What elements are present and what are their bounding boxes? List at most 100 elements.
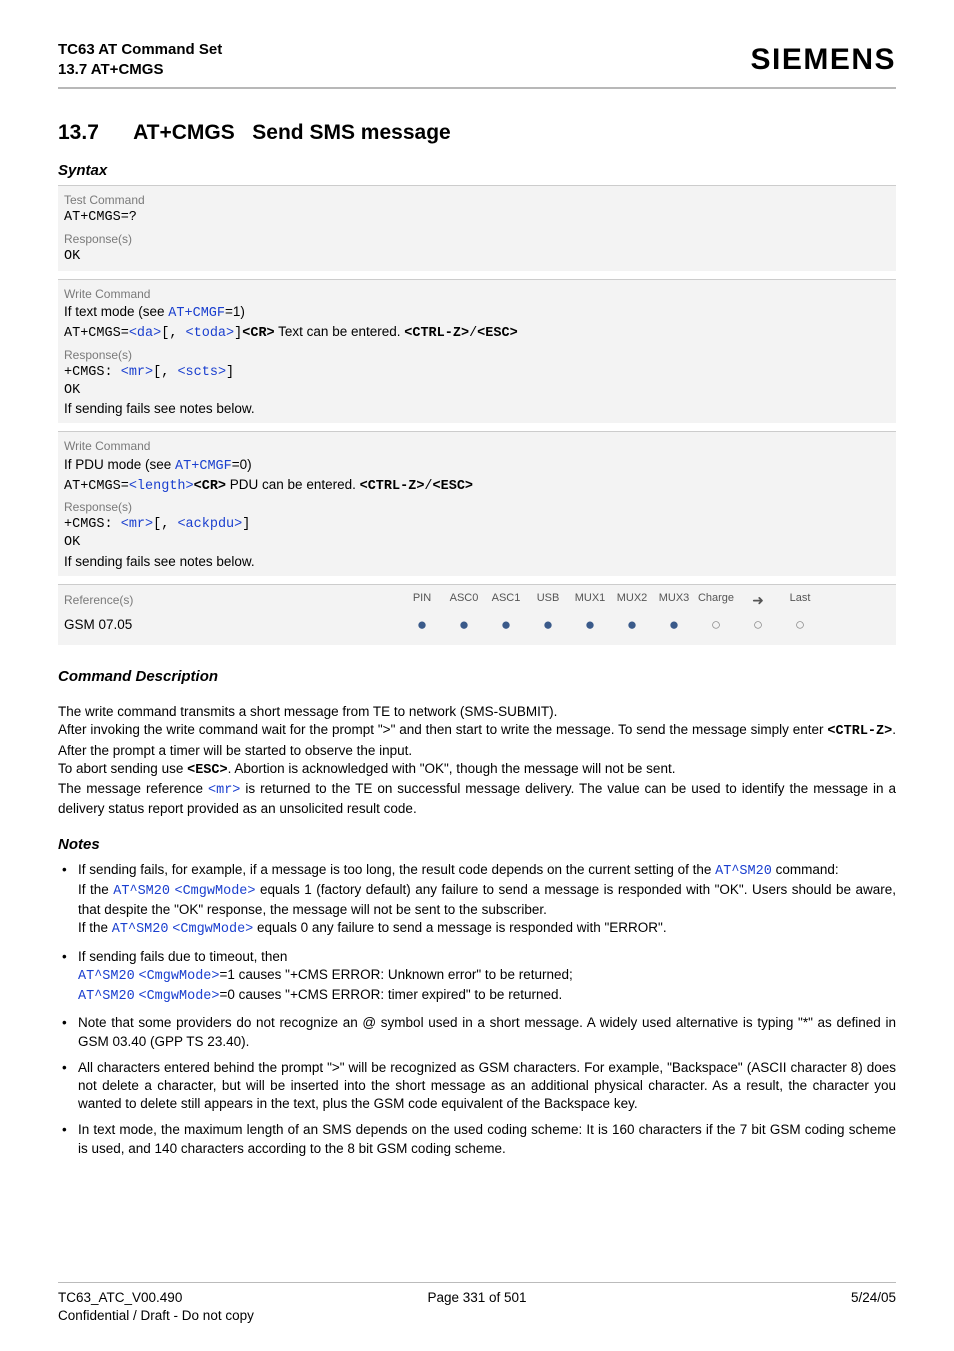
param-ackpdu[interactable]: <ackpdu> — [177, 517, 242, 532]
dots-row: ●●●●●●●○○○ — [401, 616, 821, 633]
footer-version: TC63_ATC_V00.490 — [58, 1290, 182, 1305]
doc-section: 13.7 AT+CMGS — [58, 60, 222, 80]
test-response: OK — [64, 248, 890, 266]
syntax-heading: Syntax — [58, 161, 896, 181]
description-body: The write command transmits a short mess… — [58, 703, 896, 818]
write2-resp1: +CMGS: <mr>[, <ackpdu>] — [64, 516, 890, 534]
param-length[interactable]: <length> — [129, 479, 194, 494]
dot-filled-icon: ● — [611, 616, 653, 633]
at-sm20-link[interactable]: AT^SM20 — [78, 969, 135, 984]
dot-filled-icon: ● — [485, 616, 527, 633]
text: AT+CMGS= — [64, 326, 129, 341]
col-last: Last — [779, 591, 821, 610]
dot-open-icon: ○ — [695, 616, 737, 633]
param-mr[interactable]: <mr> — [121, 517, 153, 532]
at-cmgf-link[interactable]: AT+CMGF — [175, 459, 232, 474]
responses-label: Response(s) — [64, 496, 890, 516]
param-cmgwmode[interactable]: <CmgwMode> — [138, 969, 219, 984]
dot-open-icon: ○ — [737, 616, 779, 633]
ctrlz-key: <CTRL-Z> — [404, 326, 469, 341]
param-cmgwmode[interactable]: <CmgwMode> — [138, 989, 219, 1004]
text: If the — [78, 920, 112, 935]
col-mux1: MUX1 — [569, 591, 611, 610]
write1-resp1: +CMGS: <mr>[, <scts>] — [64, 364, 890, 382]
text: Text can be entered. — [275, 324, 405, 339]
col-mux3: MUX3 — [653, 591, 695, 610]
text: / — [469, 326, 477, 341]
at-sm20-link[interactable]: AT^SM20 — [78, 989, 135, 1004]
reference-value: GSM 07.05 — [64, 616, 401, 634]
section-heading: 13.7 AT+CMGS Send SMS message — [58, 119, 896, 147]
col-mux2: MUX2 — [611, 591, 653, 610]
param-cmgwmode[interactable]: <CmgwMode> — [172, 922, 253, 937]
text: [, — [161, 326, 185, 341]
text: command: — [772, 862, 839, 877]
dot-filled-icon: ● — [401, 616, 443, 633]
doc-title: TC63 AT Command Set — [58, 40, 222, 60]
col-charge: Charge — [695, 591, 737, 610]
ctrlz-key: <CTRL-Z> — [827, 724, 892, 739]
page-header: TC63 AT Command Set 13.7 AT+CMGS SIEMENS — [58, 40, 896, 89]
text: . Abortion is acknowledged with "OK", th… — [228, 761, 676, 776]
at-sm20-link[interactable]: AT^SM20 — [113, 884, 170, 899]
footer-confidential: Confidential / Draft - Do not copy — [58, 1308, 254, 1323]
test-command-text: AT+CMGS=? — [64, 209, 890, 227]
param-da[interactable]: <da> — [129, 326, 161, 341]
col-asc0: ASC0 — [443, 591, 485, 610]
ref-columns: PIN ASC0 ASC1 USB MUX1 MUX2 MUX3 Charge … — [401, 591, 821, 610]
text: If PDU mode (see — [64, 457, 175, 472]
text: =1) — [225, 304, 245, 319]
notes-list: If sending fails, for example, if a mess… — [58, 861, 896, 1158]
text: If the — [78, 882, 113, 897]
param-mr[interactable]: <mr> — [208, 783, 240, 798]
write-command-label: Write Command — [64, 283, 890, 303]
section-title: Send SMS message — [252, 121, 450, 144]
test-command-label: Test Command — [64, 189, 890, 209]
param-scts[interactable]: <scts> — [177, 365, 226, 380]
note-2: If sending fails due to timeout, then AT… — [58, 948, 896, 1007]
param-mr[interactable]: <mr> — [121, 365, 153, 380]
write-command-pdu-block: Write Command If PDU mode (see AT+CMGF=0… — [58, 431, 896, 575]
write1-intro: If text mode (see AT+CMGF=1) — [64, 303, 890, 323]
dot-filled-icon: ● — [653, 616, 695, 633]
text: ] — [226, 365, 234, 380]
write1-resp2: OK — [64, 382, 890, 400]
note-3: Note that some providers do not recogniz… — [58, 1014, 896, 1050]
notes-heading: Notes — [58, 835, 896, 855]
col-asc1: ASC1 — [485, 591, 527, 610]
param-toda[interactable]: <toda> — [186, 326, 235, 341]
note-1: If sending fails, for example, if a mess… — [58, 861, 896, 940]
at-sm20-link[interactable]: AT^SM20 — [112, 922, 169, 937]
section-cmd: AT+CMGS — [133, 121, 235, 144]
cr-key: <CR> — [242, 326, 274, 341]
col-pin: PIN — [401, 591, 443, 610]
footer-page: Page 331 of 501 — [337, 1289, 616, 1325]
write-command-label: Write Command — [64, 435, 890, 455]
text: AT+CMGS= — [64, 479, 129, 494]
esc-key: <ESC> — [187, 763, 228, 778]
write2-intro: If PDU mode (see AT+CMGF=0) — [64, 456, 890, 476]
brand-logo: SIEMENS — [750, 40, 896, 81]
at-cmgf-link[interactable]: AT+CMGF — [168, 306, 225, 321]
esc-key: <ESC> — [433, 479, 474, 494]
col-arrow-icon: ➜ — [737, 591, 779, 610]
text: If text mode (see — [64, 304, 168, 319]
responses-label: Response(s) — [64, 344, 890, 364]
text: equals 0 any failure to send a message i… — [253, 920, 666, 935]
text: =0) — [232, 457, 252, 472]
param-cmgwmode[interactable]: <CmgwMode> — [174, 884, 255, 899]
text: If sending fails, for example, if a mess… — [78, 862, 715, 877]
section-number: 13.7 — [58, 119, 128, 147]
write-command-text-block: Write Command If text mode (see AT+CMGF=… — [58, 279, 896, 423]
text: +CMGS: — [64, 517, 121, 532]
cr-key: <CR> — [194, 479, 226, 494]
write2-resp2: OK — [64, 534, 890, 552]
references-label: Reference(s) — [64, 592, 401, 608]
test-command-block: Test Command AT+CMGS=? Response(s) OK — [58, 185, 896, 271]
at-sm20-link[interactable]: AT^SM20 — [715, 864, 772, 879]
col-usb: USB — [527, 591, 569, 610]
note-5: In text mode, the maximum length of an S… — [58, 1121, 896, 1157]
text: After invoking the write command wait fo… — [58, 722, 827, 737]
text: / — [424, 479, 432, 494]
text: +CMGS: — [64, 365, 121, 380]
